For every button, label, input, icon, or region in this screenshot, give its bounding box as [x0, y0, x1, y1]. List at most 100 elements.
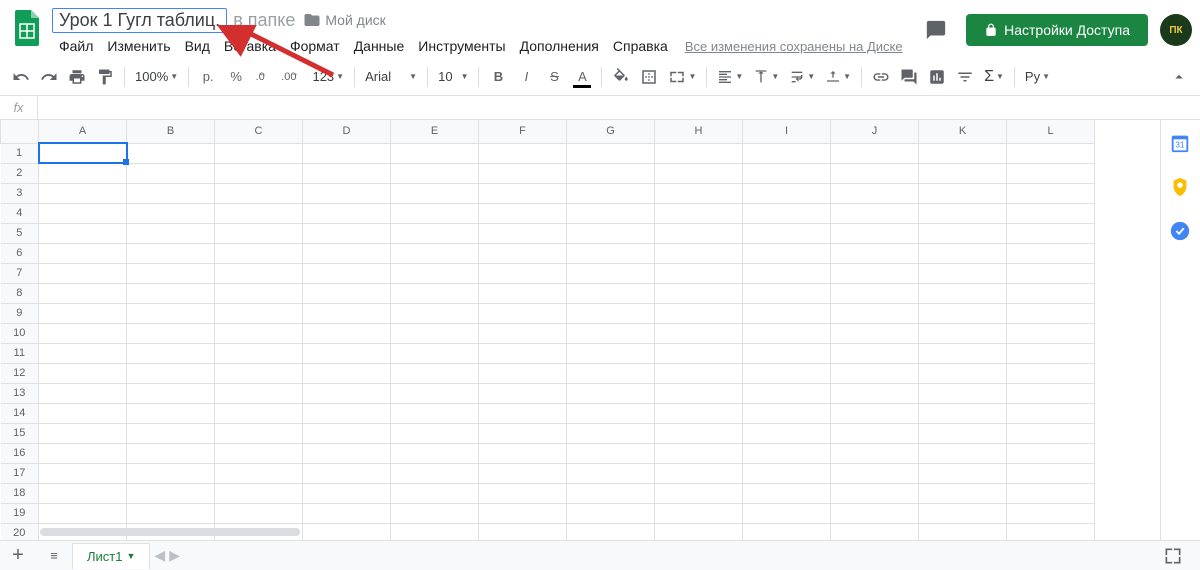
cell[interactable]	[215, 323, 303, 343]
cell[interactable]	[303, 443, 391, 463]
cell[interactable]	[567, 403, 655, 423]
cell[interactable]	[39, 223, 127, 243]
cell[interactable]	[919, 243, 1007, 263]
cell[interactable]	[919, 323, 1007, 343]
cell[interactable]	[1007, 203, 1095, 223]
cell[interactable]	[831, 423, 919, 443]
cell[interactable]	[479, 403, 567, 423]
horizontal-align-dropdown[interactable]: ▼	[713, 69, 747, 85]
comments-button[interactable]	[918, 12, 954, 48]
cell[interactable]	[831, 303, 919, 323]
cell[interactable]	[743, 203, 831, 223]
cell[interactable]	[655, 503, 743, 523]
cell[interactable]	[39, 163, 127, 183]
cell[interactable]	[655, 243, 743, 263]
cell[interactable]	[479, 483, 567, 503]
save-status[interactable]: Все изменения сохранены на Диске	[685, 39, 903, 54]
menu-addons[interactable]: Дополнения	[513, 34, 606, 58]
cell[interactable]	[1007, 143, 1095, 163]
zoom-dropdown[interactable]: 100%▼	[131, 69, 182, 84]
redo-button[interactable]	[36, 64, 62, 90]
row-header[interactable]: 15	[1, 423, 39, 443]
row-header[interactable]: 9	[1, 303, 39, 323]
cell[interactable]	[919, 503, 1007, 523]
cell[interactable]	[655, 423, 743, 443]
cell[interactable]	[127, 383, 215, 403]
font-family-dropdown[interactable]: Arial▼	[361, 69, 421, 84]
cell[interactable]	[479, 303, 567, 323]
cell[interactable]	[127, 363, 215, 383]
cell[interactable]	[39, 263, 127, 283]
cell[interactable]	[127, 143, 215, 163]
explore-button[interactable]	[1158, 544, 1188, 568]
cell[interactable]	[479, 323, 567, 343]
cell[interactable]	[391, 303, 479, 323]
cell[interactable]	[919, 423, 1007, 443]
cell[interactable]	[39, 243, 127, 263]
cell[interactable]	[743, 243, 831, 263]
menu-edit[interactable]: Изменить	[100, 34, 177, 58]
cell[interactable]	[127, 483, 215, 503]
cell[interactable]	[215, 483, 303, 503]
row-header[interactable]: 16	[1, 443, 39, 463]
cell[interactable]	[919, 283, 1007, 303]
cell[interactable]	[479, 503, 567, 523]
column-header[interactable]: A	[39, 120, 127, 143]
merge-cells-dropdown[interactable]: ▼	[664, 68, 700, 86]
cell[interactable]	[743, 343, 831, 363]
fill-color-button[interactable]	[608, 64, 634, 90]
cell[interactable]	[919, 443, 1007, 463]
cell[interactable]	[1007, 243, 1095, 263]
cell[interactable]	[655, 223, 743, 243]
cell[interactable]	[39, 183, 127, 203]
cell[interactable]	[831, 183, 919, 203]
menu-format[interactable]: Формат	[283, 34, 347, 58]
cell[interactable]	[655, 303, 743, 323]
cell[interactable]	[303, 383, 391, 403]
cell[interactable]	[303, 503, 391, 523]
cell[interactable]	[391, 403, 479, 423]
cell[interactable]	[391, 243, 479, 263]
cell[interactable]	[39, 143, 127, 163]
cell[interactable]	[303, 363, 391, 383]
cell[interactable]	[303, 243, 391, 263]
cell[interactable]	[743, 303, 831, 323]
row-header[interactable]: 19	[1, 503, 39, 523]
cell[interactable]	[391, 263, 479, 283]
all-sheets-button[interactable]: ≡	[36, 548, 72, 563]
cell[interactable]	[919, 303, 1007, 323]
cell[interactable]	[567, 383, 655, 403]
cell[interactable]	[391, 483, 479, 503]
cell[interactable]	[215, 423, 303, 443]
row-header[interactable]: 12	[1, 363, 39, 383]
cell[interactable]	[127, 263, 215, 283]
cell[interactable]	[127, 223, 215, 243]
decrease-decimal-button[interactable]: .0←	[251, 64, 277, 90]
cell[interactable]	[391, 323, 479, 343]
column-header[interactable]: F	[479, 120, 567, 143]
cell[interactable]	[743, 383, 831, 403]
folder-name[interactable]: Мой диск	[325, 12, 385, 28]
cell[interactable]	[127, 443, 215, 463]
text-color-button[interactable]: A	[569, 64, 595, 90]
cell[interactable]	[567, 503, 655, 523]
cell[interactable]	[655, 363, 743, 383]
cell[interactable]	[391, 363, 479, 383]
cell[interactable]	[831, 483, 919, 503]
increase-decimal-button[interactable]: .00→	[279, 64, 306, 90]
column-header[interactable]: G	[567, 120, 655, 143]
cell[interactable]	[919, 343, 1007, 363]
cell[interactable]	[743, 363, 831, 383]
cell[interactable]	[567, 363, 655, 383]
cell[interactable]	[655, 383, 743, 403]
cell[interactable]	[215, 463, 303, 483]
functions-dropdown[interactable]: Σ▼	[980, 68, 1008, 86]
cell[interactable]	[479, 263, 567, 283]
row-header[interactable]: 7	[1, 263, 39, 283]
cell[interactable]	[1007, 443, 1095, 463]
menu-data[interactable]: Данные	[347, 34, 412, 58]
cell[interactable]	[743, 163, 831, 183]
cell[interactable]	[919, 463, 1007, 483]
cell[interactable]	[831, 263, 919, 283]
insert-link-button[interactable]	[868, 64, 894, 90]
